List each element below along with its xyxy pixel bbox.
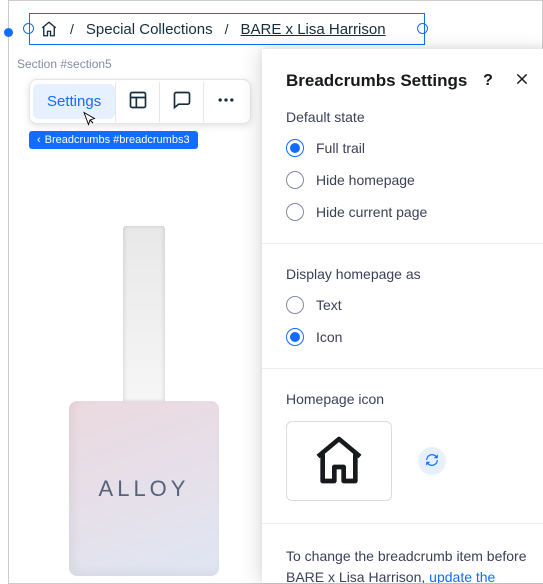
radio-icon [286,296,304,314]
selection-tag-label: Breadcrumbs #breadcrumbs3 [45,134,190,146]
selection-dot-left [4,28,13,37]
breadcrumb-component[interactable]: / Special Collections / BARE x Lisa Harr… [29,13,425,45]
group-title-homepage-icon: Homepage icon [286,391,528,407]
radio-full-trail[interactable]: Full trail [286,139,528,157]
radio-label: Full trail [316,140,365,156]
home-icon [311,432,367,491]
group-display-homepage-as: Display homepage as Text Icon [262,243,543,368]
radio-icon-option[interactable]: Icon [286,328,528,346]
comment-icon [172,90,192,113]
radio-icon [286,171,304,189]
layout-button[interactable] [115,82,159,122]
radio-label: Icon [316,329,342,345]
radio-label: Text [316,297,342,313]
more-button[interactable] [203,82,247,122]
breadcrumb-separator: / [225,21,229,37]
panel-title: Breadcrumbs Settings [286,71,467,91]
radio-hide-current[interactable]: Hide current page [286,203,528,221]
radio-label: Hide homepage [316,172,415,188]
comment-button[interactable] [159,82,203,122]
refresh-icon [425,453,439,470]
section-label: Section #section5 [17,57,112,71]
home-icon[interactable] [40,20,58,38]
radio-icon [286,203,304,221]
bottle-graphic: ALLOY [69,226,219,576]
refresh-icon-button[interactable] [418,447,446,475]
radio-hide-homepage[interactable]: Hide homepage [286,171,528,189]
breadcrumb-separator: / [70,21,74,37]
editor-canvas: / Special Collections / BARE x Lisa Harr… [8,0,543,584]
close-icon [515,72,529,91]
bottle-cap [123,226,165,401]
settings-button[interactable]: Settings [33,84,115,119]
group-homepage-icon: Homepage icon [262,368,543,523]
icon-preview-box[interactable] [286,421,392,501]
radio-text[interactable]: Text [286,296,528,314]
bottle-body: ALLOY [69,401,219,576]
settings-panel: Breadcrumbs Settings ? Default state Ful… [262,49,543,583]
product-label: ALLOY [99,476,190,502]
group-title-default-state: Default state [286,109,528,125]
radio-icon [286,139,304,157]
product-preview: ALLOY [29,146,259,576]
floating-toolbar: Settings [29,79,251,124]
radio-label: Hide current page [316,204,427,220]
radio-icon [286,328,304,346]
group-default-state: Default state Full trail Hide homepage H… [262,109,543,243]
breadcrumb-item-1[interactable]: BARE x Lisa Harrison [241,21,386,38]
group-title-display-home: Display homepage as [286,266,528,282]
breadcrumb-item-0[interactable]: Special Collections [86,21,213,38]
chevron-left-icon: ‹ [37,134,41,146]
more-icon [216,90,236,113]
parent-page-hint: To change the breadcrumb item before BAR… [262,523,543,583]
layout-icon [128,90,148,113]
help-button[interactable]: ? [478,71,498,91]
close-button[interactable] [512,71,532,91]
panel-header: Breadcrumbs Settings ? [262,49,543,109]
